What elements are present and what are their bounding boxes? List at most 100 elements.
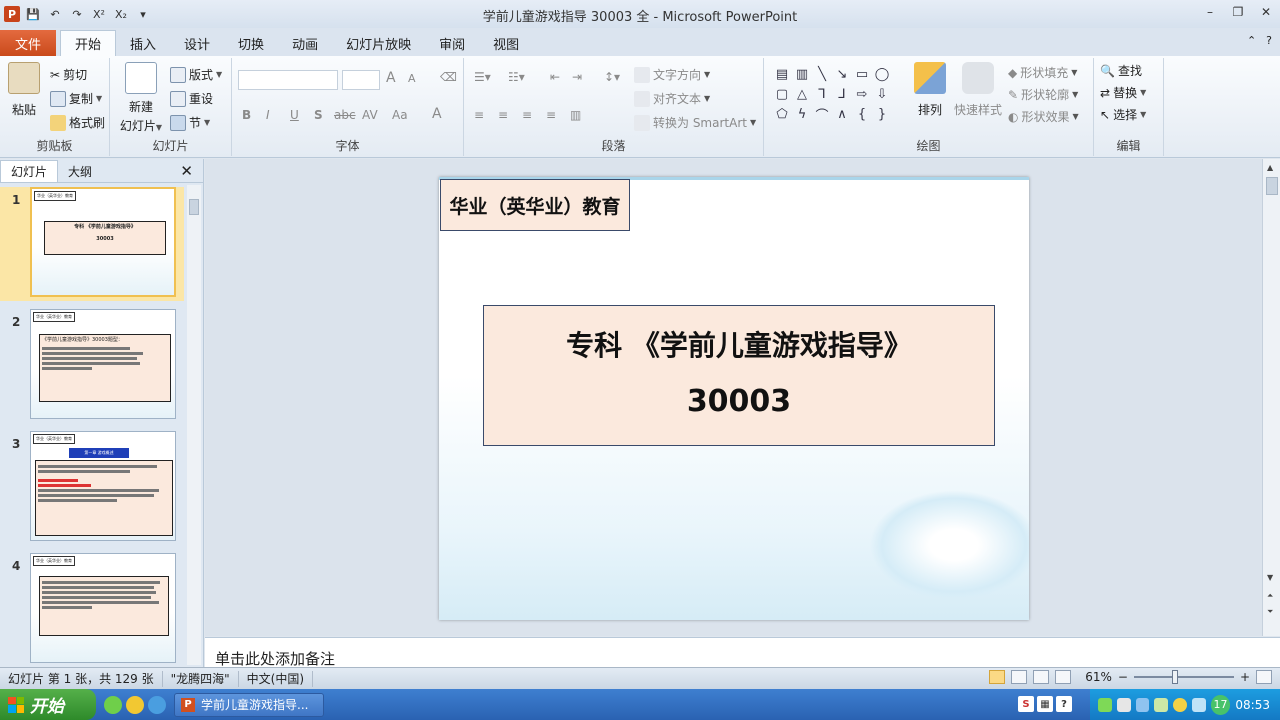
arrow-line-shape-icon[interactable]: ↘ — [832, 64, 852, 84]
powerpoint-logo-icon[interactable]: P — [4, 6, 20, 22]
right-brace-shape-icon[interactable]: } — [872, 104, 892, 124]
justify-icon[interactable]: ≡ — [546, 108, 556, 122]
slide-thumbnail[interactable]: 3 华业（英华业）教育 第一章 游戏概述 — [0, 431, 184, 545]
font-name-combo[interactable] — [238, 70, 338, 90]
zoom-level[interactable]: 61% — [1085, 670, 1112, 684]
convert-smartart-button[interactable]: 转换为 SmartArt ▼ — [634, 114, 756, 131]
select-button[interactable]: ↖ 选择 ▼ — [1100, 106, 1146, 123]
oval-shape-icon[interactable]: ◯ — [872, 64, 892, 84]
clock[interactable]: 08:53 — [1235, 698, 1270, 712]
shape-fill-button[interactable]: ◆ 形状填充 ▼ — [1008, 64, 1077, 81]
pentagon-shape-icon[interactable]: ⬠ — [772, 104, 792, 124]
line-shape-icon[interactable]: ╲ — [812, 64, 832, 84]
strikethrough-button[interactable]: abc — [334, 108, 356, 122]
previous-slide-icon[interactable]: ⏶ — [1267, 591, 1273, 601]
find-button[interactable]: 🔍 查找 — [1100, 62, 1142, 79]
bold-button[interactable]: B — [242, 108, 251, 122]
scroll-up-icon[interactable]: ▲ — [1267, 163, 1273, 172]
text-direction-button[interactable]: 文字方向 ▼ — [634, 66, 710, 83]
subscript-button[interactable]: X₂ — [112, 5, 130, 23]
close-pane-icon[interactable]: ✕ — [180, 162, 193, 180]
tab-slideshow[interactable]: 幻灯片放映 — [332, 30, 425, 56]
ime-menu-icon[interactable]: ▦ — [1037, 696, 1053, 712]
elbow-arrow-shape-icon[interactable]: ⅃ — [832, 84, 852, 104]
tray-app-icon[interactable] — [1135, 697, 1150, 712]
numbering-icon[interactable]: ☷▾ — [508, 70, 525, 84]
taskbar-item-powerpoint[interactable]: P 学前儿童游戏指导... — [174, 692, 324, 717]
align-right-icon[interactable]: ≡ — [522, 108, 532, 122]
restore-icon[interactable]: ❐ — [1230, 4, 1246, 20]
tab-file[interactable]: 文件 — [0, 30, 56, 56]
layout-button[interactable]: 版式 ▼ — [170, 66, 222, 83]
normal-view-button[interactable] — [989, 670, 1006, 684]
vertical-textbox-shape-icon[interactable]: ▥ — [792, 64, 812, 84]
down-arrow-shape-icon[interactable]: ⇩ — [872, 84, 892, 104]
tab-home[interactable]: 开始 — [60, 30, 117, 56]
tab-animations[interactable]: 动画 — [278, 30, 332, 56]
current-slide[interactable]: 华业（英华业）教育 专科 《学前儿童游戏指导》 30003 — [439, 177, 1029, 620]
shape-outline-button[interactable]: ✎ 形状轮廓 ▼ — [1008, 86, 1078, 103]
section-button[interactable]: 节 ▼ — [170, 114, 210, 131]
close-icon[interactable]: ✕ — [1258, 4, 1274, 20]
slideshow-view-button[interactable] — [1055, 670, 1072, 684]
slide-scroll-thumb[interactable] — [1266, 177, 1278, 195]
tab-slides-pane[interactable]: 幻灯片 — [0, 160, 59, 182]
rounded-rect-shape-icon[interactable]: ▢ — [772, 84, 792, 104]
collapse-ribbon-icon[interactable]: ⌃ — [1247, 34, 1256, 47]
clear-format-icon[interactable]: ⌫ — [440, 70, 457, 84]
tray-app-icon[interactable] — [1098, 697, 1112, 712]
start-button[interactable]: 开始 — [0, 689, 96, 720]
rectangle-shape-icon[interactable]: ▭ — [852, 64, 872, 84]
quick-styles-button[interactable]: 快速样式 — [952, 62, 1004, 118]
align-left-icon[interactable]: ≡ — [474, 108, 484, 122]
tab-review[interactable]: 审阅 — [425, 30, 479, 56]
thumbnail-scroll-thumb[interactable] — [189, 199, 199, 215]
reading-view-button[interactable] — [1033, 670, 1050, 684]
tab-insert[interactable]: 插入 — [116, 30, 170, 56]
right-arrow-shape-icon[interactable]: ⇨ — [852, 84, 872, 104]
customize-qat-icon[interactable]: ▾ — [134, 5, 152, 23]
redo-icon[interactable]: ↷ — [68, 5, 86, 23]
slide-thumbnail[interactable]: 2 华业（英华业）教育 《学前儿童游戏指导》30003题型： — [0, 309, 184, 423]
tray-app-icon[interactable] — [1173, 697, 1187, 712]
triangle-shape-icon[interactable]: △ — [792, 84, 812, 104]
title-textbox[interactable]: 专科 《学前儿童游戏指导》 30003 — [483, 305, 995, 446]
undo-icon[interactable]: ↶ — [46, 5, 64, 23]
textbox-shape-icon[interactable]: ▤ — [772, 64, 792, 84]
thumbnail-scrollbar[interactable] — [187, 185, 201, 665]
fit-to-window-button[interactable] — [1256, 670, 1272, 684]
brand-textbox[interactable]: 华业（英华业）教育 — [440, 179, 630, 231]
columns-icon[interactable]: ▥ — [570, 108, 581, 122]
grow-font-button[interactable]: A — [386, 70, 396, 86]
scroll-down-icon[interactable]: ▼ — [1267, 573, 1273, 582]
align-text-button[interactable]: 对齐文本 ▼ — [634, 90, 710, 107]
shape-gallery[interactable]: ▤ ▥ ╲ ↘ ▭ ◯ ▢ △ ⅂ ⅃ ⇨ ⇩ ⬠ ϟ ⌒ ∧ { } — [772, 64, 892, 124]
change-case-button[interactable]: Aa — [392, 108, 408, 122]
underline-button[interactable]: U — [290, 108, 299, 122]
freeform-shape-icon[interactable]: ∧ — [832, 104, 852, 124]
lightning-shape-icon[interactable]: ϟ — [792, 104, 812, 124]
left-brace-shape-icon[interactable]: { — [852, 104, 872, 124]
zoom-slider-knob[interactable] — [1171, 670, 1178, 684]
quick-launch-icon[interactable] — [104, 695, 122, 714]
zoom-in-icon[interactable]: + — [1240, 670, 1250, 684]
superscript-button[interactable]: X² — [90, 5, 108, 23]
curve-shape-icon[interactable]: ⌒ — [812, 104, 832, 124]
tray-shield-icon[interactable] — [1154, 697, 1169, 712]
tray-app-icon[interactable] — [1116, 697, 1131, 712]
notification-badge[interactable]: 17 — [1210, 694, 1231, 715]
ime-help-icon[interactable]: ? — [1056, 696, 1072, 712]
language-indicator[interactable]: 中文(中国) — [239, 670, 314, 687]
zoom-slider[interactable] — [1133, 670, 1234, 684]
increase-indent-icon[interactable]: ⇥ — [572, 70, 582, 84]
tab-view[interactable]: 视图 — [479, 30, 533, 56]
format-painter-button[interactable]: 格式刷 — [50, 114, 105, 131]
slide-scrollbar[interactable]: ▲ ▼ ⏶ ⏷ — [1262, 159, 1280, 636]
slide-sorter-view-button[interactable] — [1011, 670, 1028, 684]
slide-thumbnail[interactable]: 4 华业（英华业）教育 — [0, 553, 184, 667]
replace-button[interactable]: ⇄ 替换 ▼ — [1100, 84, 1146, 101]
tray-app-icon[interactable] — [1191, 697, 1206, 712]
bullets-icon[interactable]: ☰▾ — [474, 70, 491, 84]
tab-transitions[interactable]: 切换 — [224, 30, 278, 56]
help-icon[interactable]: ? — [1266, 34, 1272, 47]
